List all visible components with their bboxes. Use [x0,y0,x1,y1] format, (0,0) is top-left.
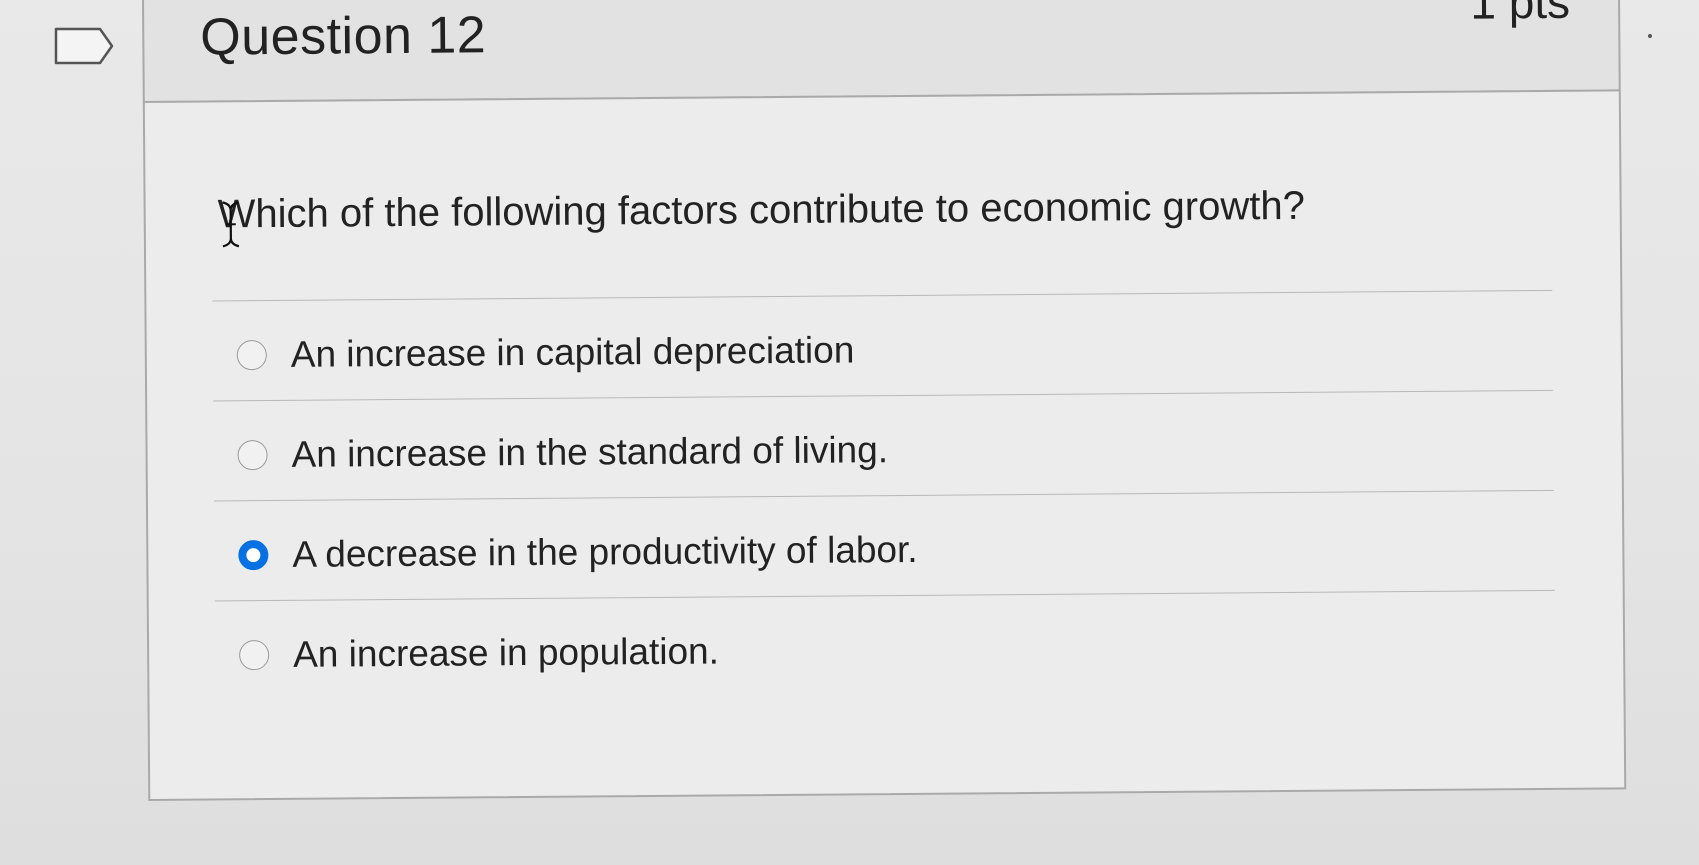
answer-option-4[interactable]: An increase in population. [239,630,719,676]
question-card: Question 12 1 pts Which of the following… [142,0,1628,820]
radio-button[interactable] [239,640,270,671]
answer-divider [213,389,1554,402]
answer-divider [212,289,1553,302]
radio-button[interactable] [237,440,268,471]
question-title: Question 12 [200,6,487,67]
question-points: 1 pts [1470,0,1571,29]
answer-divider [213,489,1554,502]
radio-button-selected[interactable] [238,540,269,571]
answer-divider [214,589,1555,602]
answer-label: An increase in population. [292,630,720,675]
answer-label: A decrease in the productivity of labor. [292,528,918,575]
radio-button[interactable] [236,340,267,371]
answer-label: An increase in capital depreciation [290,329,855,375]
question-header: Question 12 1 pts [142,0,1621,103]
question-text: Which of the following factors contribut… [217,183,1306,237]
text-cursor-icon [222,201,240,248]
answer-label: An increase in the standard of living. [291,429,889,475]
answer-option-3[interactable]: A decrease in the productivity of labor. [238,529,918,576]
answer-option-1[interactable]: An increase in capital depreciation [236,329,855,376]
question-body: Which of the following factors contribut… [142,89,1627,801]
answer-option-2[interactable]: An increase in the standard of living. [237,429,888,476]
flag-question-icon[interactable] [54,26,116,66]
decorative-dot [1648,34,1652,38]
